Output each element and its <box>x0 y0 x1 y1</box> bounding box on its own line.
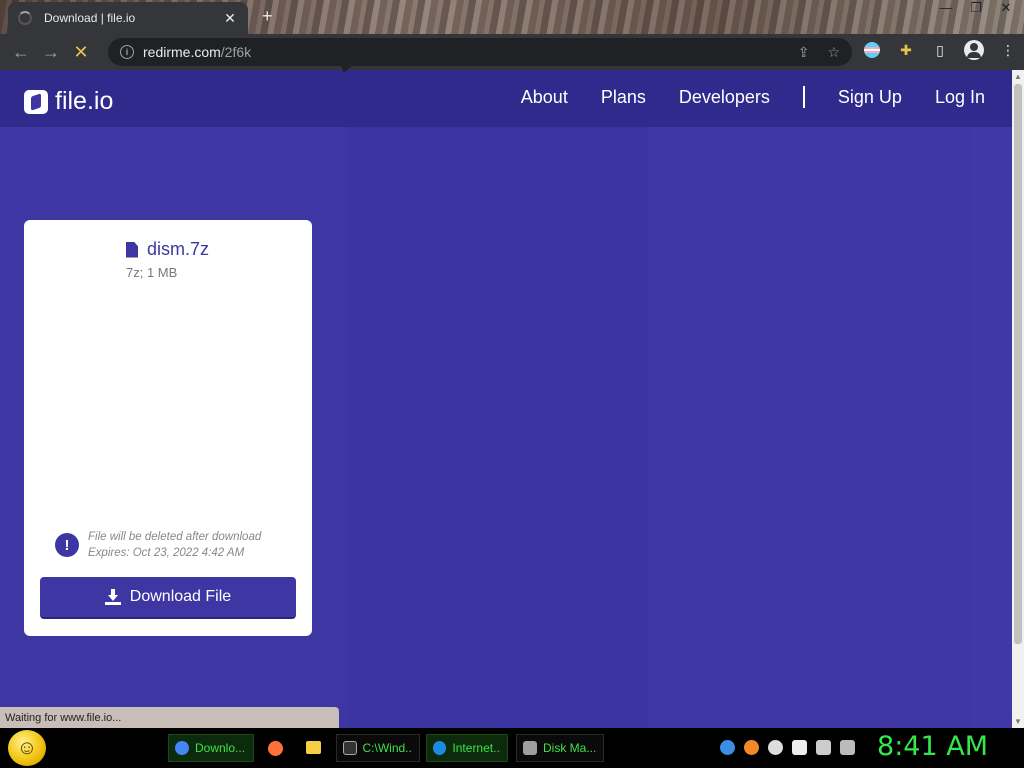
back-arrow-icon[interactable]: ← <box>6 37 36 67</box>
minus-circle-icon[interactable] <box>768 740 783 755</box>
download-icon <box>104 589 121 605</box>
tab-title: Download | file.io <box>44 11 136 25</box>
nav-links: About Plans Developers Sign Up Log In <box>521 86 985 108</box>
bookmark-star-icon[interactable]: ☆ <box>827 44 840 61</box>
extensions-puzzle-icon[interactable]: ✚ <box>896 40 916 60</box>
nav-divider <box>802 86 805 108</box>
notice-expires-text: Expires: Oct 23, 2022 4:42 AM <box>88 547 245 559</box>
exclamation-icon: ! <box>55 533 79 557</box>
stop-loading-icon[interactable]: ✕ <box>66 37 96 67</box>
folder-icon[interactable] <box>306 741 321 754</box>
url-path: /2f6k <box>220 44 252 60</box>
notice-delete-text: File will be deleted after download <box>88 531 262 543</box>
firefox-icon[interactable] <box>268 741 283 756</box>
new-tab-button[interactable]: + <box>262 6 273 27</box>
task-chrome[interactable]: Downlo... <box>168 734 254 762</box>
maximize-icon[interactable]: ❐ <box>968 0 984 16</box>
url-host: redirme.com <box>143 44 221 60</box>
browser-tab[interactable]: Download | file.io ✕ <box>8 2 248 34</box>
file-name-row: dism.7z <box>126 239 209 260</box>
browser-toolbar: ← → ✕ i redirme.com/2f6k ⇪ ☆ ✚ ▯ ⋮ <box>0 34 1024 70</box>
network-status-icon[interactable] <box>816 740 831 755</box>
page-scrollbar[interactable]: ▲ ▼ <box>1012 70 1024 728</box>
nav-plans[interactable]: Plans <box>601 87 646 108</box>
cmd-icon <box>343 741 357 755</box>
site-info-icon[interactable]: i <box>120 45 134 59</box>
profile-avatar-icon[interactable] <box>964 40 984 60</box>
system-tray <box>720 740 855 755</box>
file-meta: 7z; 1 MB <box>126 265 178 280</box>
taskbar-clock[interactable]: 8:41 AM <box>877 731 988 762</box>
nav-sign-up[interactable]: Sign Up <box>838 87 902 108</box>
file-io-logo-icon <box>24 89 48 114</box>
taskbar: ☺ Downlo... C:\Wind... Internet... Disk … <box>0 728 1024 768</box>
minimize-icon[interactable]: — <box>938 0 954 16</box>
scroll-down-arrow-icon[interactable]: ▼ <box>1014 717 1022 726</box>
status-bubble: Waiting for www.file.io... <box>0 707 339 728</box>
logo-text: file.io <box>55 87 114 115</box>
file-icon <box>126 241 138 258</box>
disk-management-icon <box>523 741 537 755</box>
internet-explorer-icon <box>433 741 447 755</box>
task-internet[interactable]: Internet... <box>426 734 508 762</box>
download-card: dism.7z 7z; 1 MB ! File will be deleted … <box>24 220 312 636</box>
window-close-icon[interactable]: ✕ <box>998 0 1014 16</box>
expiry-notice: ! File will be deleted after download Ex… <box>55 529 261 561</box>
file-name: dism.7z <box>147 239 210 259</box>
page-content: file.io About Plans Developers Sign Up L… <box>0 70 1012 728</box>
site-navbar: file.io About Plans Developers Sign Up L… <box>0 70 1012 127</box>
scroll-up-arrow-icon[interactable]: ▲ <box>1014 72 1022 81</box>
site-logo[interactable]: file.io <box>24 87 113 116</box>
task-cmd[interactable]: C:\Wind... <box>336 734 420 762</box>
loading-spinner-icon <box>18 11 32 25</box>
search-icon[interactable] <box>744 740 759 755</box>
extension-flag-icon[interactable] <box>862 40 882 60</box>
start-smiley-icon[interactable]: ☺ <box>8 730 46 766</box>
share-icon[interactable]: ⇪ <box>798 44 810 61</box>
download-file-button[interactable]: Download File <box>40 577 296 619</box>
network-globe-icon[interactable] <box>720 740 735 755</box>
side-panel-icon[interactable]: ▯ <box>930 40 950 60</box>
nav-about[interactable]: About <box>521 87 568 108</box>
tab-strip: Download | file.io ✕ + — ❐ ✕ <box>0 0 1024 34</box>
nav-log-in[interactable]: Log In <box>935 87 985 108</box>
nav-developers[interactable]: Developers <box>679 87 770 108</box>
download-button-label: Download File <box>129 588 232 605</box>
task-disk-management[interactable]: Disk Ma... <box>516 734 604 762</box>
speaker-volume-icon[interactable] <box>840 740 855 755</box>
tab-close-icon[interactable]: ✕ <box>222 10 238 27</box>
menu-kebab-icon[interactable]: ⋮ <box>998 40 1018 60</box>
window-controls: — ❐ ✕ <box>938 0 1014 16</box>
chrome-icon <box>175 741 189 755</box>
scrollbar-thumb[interactable] <box>1014 84 1022 644</box>
forward-arrow-icon[interactable]: → <box>36 37 66 67</box>
flag-alert-icon[interactable] <box>792 740 807 755</box>
address-bar[interactable]: i redirme.com/2f6k ⇪ ☆ <box>108 38 852 66</box>
